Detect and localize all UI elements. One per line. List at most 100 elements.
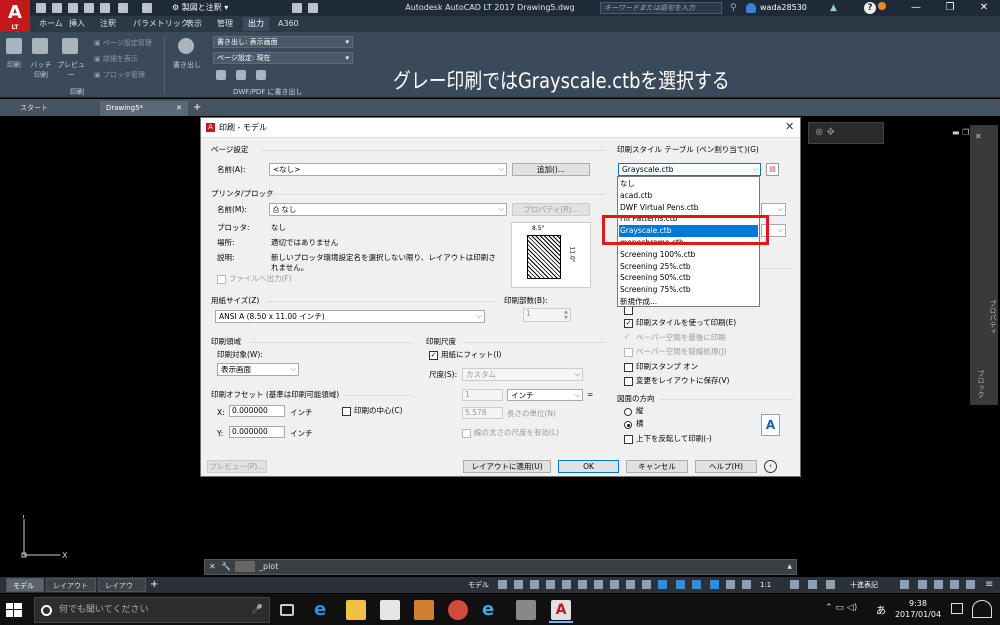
help-icon[interactable]: ? [864,2,876,14]
copies-input[interactable]: 1 ▲ ▼ [523,308,571,322]
page-setup-name-combo[interactable]: <なし> ⌵ [269,163,507,176]
status-toggle-icon[interactable] [710,580,719,589]
status-toggle-icon[interactable] [594,580,603,589]
status-toggle-icon[interactable] [562,580,571,589]
status-toggle-icon[interactable] [514,580,523,589]
scale-lineweights-checkbox[interactable] [462,429,471,438]
close-button[interactable]: ✕ [966,0,1000,16]
chrome-icon[interactable] [448,600,468,620]
plot-large-icon[interactable] [6,38,22,54]
close-icon[interactable]: ✕ [975,132,982,141]
layout-tab[interactable]: レイアウト1 [46,578,96,604]
cancel-button[interactable]: キャンセル [626,460,688,473]
printer-name-combo[interactable]: ⎙ なし ⌵ [269,203,507,216]
share-icon[interactable] [292,3,302,13]
status-toggle-icon[interactable] [950,580,959,589]
printer-properties-button[interactable]: プロパティ(R)... [512,203,590,216]
save-icon[interactable] [68,3,78,13]
fit-to-paper-checkbox[interactable]: ✓ [429,351,438,360]
new-file-icon[interactable] [36,3,46,13]
preview-button[interactable]: プレビュー(P)... [207,460,267,473]
cortana-search-input[interactable]: 何でも聞いてください 🎤 [34,597,270,623]
microphone-icon[interactable]: 🎤 [252,598,263,622]
minimize-button[interactable]: — [898,0,934,16]
status-toggle-icon[interactable] [826,580,835,589]
ribbon-tab[interactable]: A360 [273,17,304,31]
save-to-layout-checkbox[interactable] [624,377,633,386]
paper-size-combo[interactable]: ANSI A (8.50 x 11.00 インチ) ⌵ [215,310,485,323]
status-toggle-icon[interactable] [498,580,507,589]
plot-style-option[interactable]: Screening 50%.ctb [619,272,758,284]
annotation-scale[interactable]: 1:1 [760,578,771,592]
search-input[interactable]: キーワードまたは語句を入力 [600,2,722,14]
hide-paperspace-checkbox[interactable] [624,348,633,357]
ribbon-tab[interactable]: ホーム [34,17,68,31]
application-menu-button[interactable]: A LT [0,0,30,32]
internet-explorer-icon[interactable]: e [482,600,502,620]
status-toggle-icon[interactable] [934,580,943,589]
file-tab-start[interactable]: スタート [14,101,98,116]
edit-plot-style-icon[interactable]: ▤ [766,163,779,176]
close-icon[interactable]: ✕ [209,560,216,574]
close-icon[interactable]: ✕ [176,101,182,116]
command-line[interactable]: ✕ 🔧 _plot ▲ [204,559,797,575]
autodesk-app-icon[interactable]: ▲ [830,3,842,13]
status-toggle-icon[interactable] [610,580,619,589]
plot-stamp-checkbox[interactable] [624,363,633,372]
ok-button[interactable]: OK [558,460,619,473]
store-icon[interactable] [380,600,400,620]
status-toggle-icon[interactable] [658,580,667,589]
scale-unit-combo[interactable]: インチ ⌵ [507,389,583,401]
undo-icon[interactable] [118,3,128,13]
palette-tab-properties[interactable]: プロパティ [988,300,998,335]
export-label[interactable]: 書き出し [170,60,204,70]
status-toggle-icon[interactable] [808,580,817,589]
plot-icon[interactable] [100,3,110,13]
status-toggle-icon[interactable] [626,580,635,589]
status-toggle-icon[interactable] [790,580,799,589]
portrait-radio[interactable] [624,408,632,416]
user-name[interactable]: wada28530 [760,2,807,14]
plot-button-label[interactable]: 印刷 [4,60,24,70]
ribbon-tab[interactable]: 表示 [181,17,207,31]
offset-x-input[interactable]: 0.000000 [229,405,285,417]
status-toggle-icon[interactable] [578,580,587,589]
page-setup-combo[interactable]: ページ設定: 現在 ▾ [213,52,353,64]
spinner-icon[interactable]: ▲ ▼ [564,309,568,321]
plot-style-option[interactable]: DWF Virtual Pens.ctb [619,202,758,214]
autocad-taskbar-icon[interactable]: A [551,600,571,620]
ribbon-tab[interactable]: 出力 [243,17,269,31]
open-file-icon[interactable] [52,3,62,13]
add-layout-button[interactable]: + [150,578,158,592]
navigation-bar[interactable]: ⊕ ✥ [808,122,884,144]
workspace-dropdown[interactable]: ⚙ 製図と注釈 ▾ [168,2,232,14]
plot-style-option[interactable]: なし [619,178,758,190]
media-player-icon[interactable] [414,600,434,620]
paint-icon[interactable] [516,600,536,620]
upside-down-checkbox[interactable] [624,435,633,444]
export-option-icon[interactable] [236,70,246,80]
help-button[interactable]: ヘルプ(H) [695,460,757,473]
palette-tab-blocks[interactable]: ブロック [976,370,986,398]
plotter-manager[interactable]: ▣ プロッタ管理 [94,70,145,80]
save-as-icon[interactable] [84,3,94,13]
status-toggle-icon[interactable] [546,580,555,589]
collapse-options-icon[interactable]: ‹ [764,460,777,473]
page-setup-add-button[interactable]: 追加()... [512,163,590,176]
file-explorer-icon[interactable] [346,600,366,620]
scale-value1-input[interactable]: 1 [462,389,503,401]
plot-to-file-checkbox[interactable] [217,275,226,284]
plot-style-table-combo[interactable]: Grayscale.ctb ⌵ [618,163,761,176]
layout-tab[interactable]: モデル [6,578,44,592]
plot-with-styles-checkbox[interactable]: ✓ [624,319,633,328]
status-toggle-icon[interactable] [742,580,751,589]
ribbon-tab[interactable]: 管理 [212,17,238,31]
plot-style-option[interactable]: 新規作成... [619,296,758,308]
task-view-icon[interactable] [280,604,294,616]
action-center-icon[interactable] [951,603,963,614]
new-tab-button[interactable]: + [193,101,201,115]
view-details[interactable]: ▣ 詳細を表示 [94,54,138,64]
redo-icon[interactable] [142,3,152,13]
center-plot-checkbox[interactable] [342,407,351,416]
status-toggle-icon[interactable] [676,580,685,589]
